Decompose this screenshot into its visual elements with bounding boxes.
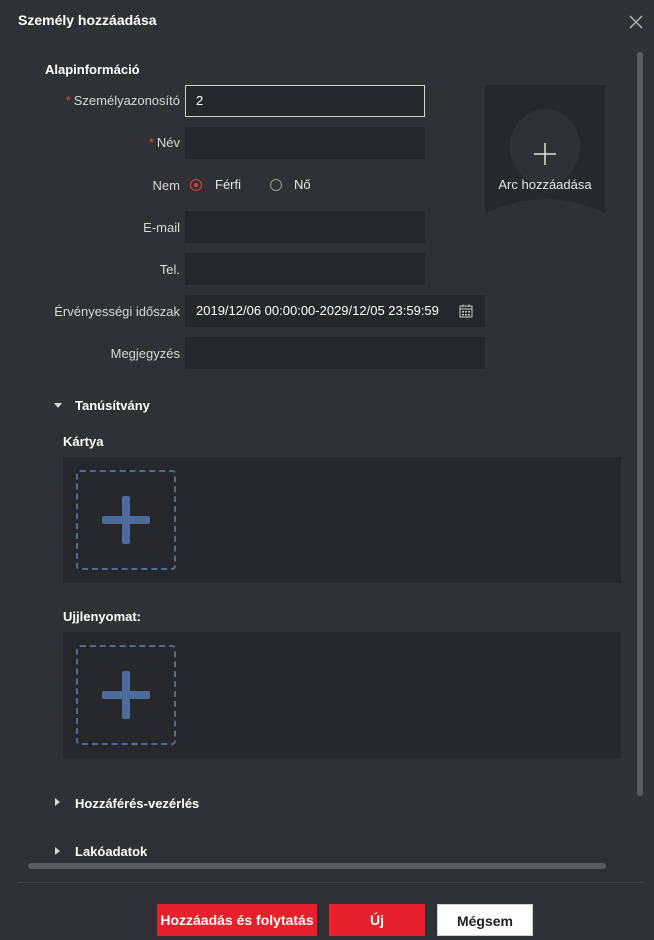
name-label: * Név	[30, 135, 180, 150]
plus-icon	[534, 143, 556, 165]
fingerprint-title: Ujjlenyomat:	[63, 609, 142, 624]
collapse-arrow-icon[interactable]	[54, 403, 62, 408]
footer-divider	[18, 882, 643, 883]
remark-input[interactable]	[185, 337, 485, 369]
gender-female-radio[interactable]	[270, 179, 282, 191]
name-label-text: Név	[156, 135, 180, 150]
remark-label: Megjegyzés	[110, 346, 180, 361]
close-icon[interactable]	[626, 12, 646, 32]
person-id-label-text: Személyazonosító	[73, 93, 180, 108]
required-marker: *	[65, 93, 71, 108]
credential-title[interactable]: Tanúsítvány	[75, 398, 150, 413]
card-panel	[63, 457, 621, 583]
plus-icon	[102, 671, 150, 719]
calendar-icon[interactable]	[459, 304, 473, 318]
gender-label: Nem	[152, 178, 180, 193]
expand-arrow-icon[interactable]	[55, 847, 60, 855]
person-id-input[interactable]: 2	[185, 85, 425, 117]
gender-male-label[interactable]: Férfi	[215, 177, 241, 192]
vertical-scrollbar[interactable]	[637, 52, 643, 796]
validity-value: 2019/12/06 00:00:00-2029/12/05 23:59:59	[196, 303, 439, 318]
phone-label: Tel.	[159, 262, 180, 277]
validity-label: Érvényességi időszak	[54, 304, 180, 319]
add-card-button[interactable]	[76, 470, 176, 570]
fingerprint-panel	[63, 632, 621, 758]
card-title: Kártya	[63, 434, 104, 449]
access-control-section[interactable]: Hozzáférés-vezérlés	[75, 796, 199, 811]
email-label: E-mail	[143, 220, 180, 235]
basic-info-title: Alapinformáció	[45, 62, 140, 77]
validity-input[interactable]: 2019/12/06 00:00:00-2029/12/05 23:59:59	[185, 295, 485, 327]
dialog-title: Személy hozzáadása	[18, 12, 157, 28]
gender-female-label[interactable]: Nő	[294, 177, 311, 192]
add-fingerprint-button[interactable]	[76, 645, 176, 745]
resident-section[interactable]: Lakóadatok	[75, 844, 147, 859]
email-input[interactable]	[185, 211, 425, 243]
required-marker: *	[148, 135, 154, 150]
horizontal-scrollbar[interactable]	[28, 863, 606, 869]
cancel-button[interactable]: Mégsem	[437, 904, 533, 936]
add-face-label: Arc hozzáadása	[498, 177, 592, 192]
name-input[interactable]	[185, 127, 425, 159]
add-and-continue-button[interactable]: Hozzáadás és folytatás	[157, 904, 317, 936]
person-id-label: * Személyazonosító	[30, 93, 180, 108]
expand-arrow-icon[interactable]	[55, 798, 60, 806]
plus-icon	[102, 496, 150, 544]
face-photo-area[interactable]: Arc hozzáadása	[485, 85, 605, 245]
phone-input[interactable]	[185, 253, 425, 285]
gender-male-radio[interactable]	[190, 179, 202, 191]
new-button[interactable]: Új	[329, 904, 425, 936]
